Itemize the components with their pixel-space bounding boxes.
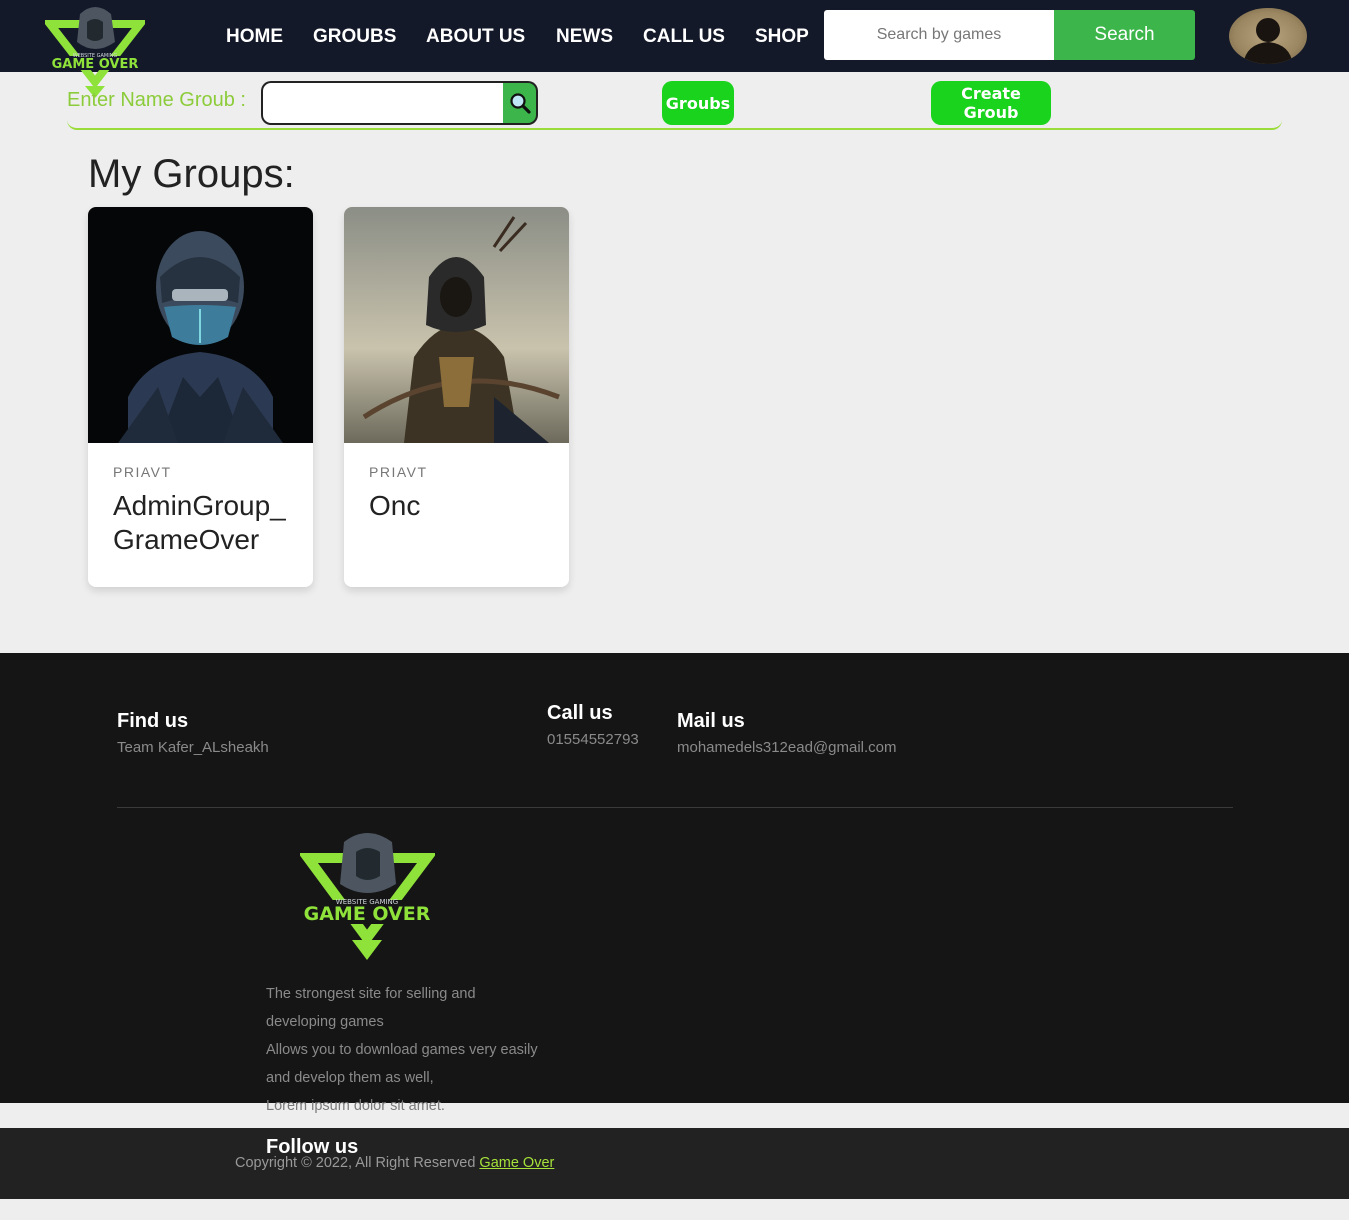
call-us-heading: Call us [547, 702, 613, 724]
group-card-image [88, 207, 313, 443]
footer-description-line: developing games [266, 1014, 384, 1030]
svg-text:WEBSITE GAMING: WEBSITE GAMING [336, 898, 398, 906]
footer-logo[interactable]: GAME OVER WEBSITE GAMING [300, 828, 435, 968]
mail-us-heading: Mail us [677, 710, 745, 732]
svg-text:WEBSITE GAMING: WEBSITE GAMING [73, 53, 118, 59]
nav-home[interactable]: HOME [226, 26, 283, 48]
nav-about-us[interactable]: ABOUT US [426, 26, 525, 48]
nav-news[interactable]: NEWS [556, 26, 613, 48]
page-title: My Groups: [88, 152, 295, 196]
top-navbar: GAME OVER WEBSITE GAMING HOME GROUBS ABO… [0, 0, 1349, 98]
group-name-input[interactable] [261, 81, 505, 125]
footer-description-line: Allows you to download games very easily [266, 1042, 538, 1058]
call-us-phone[interactable]: 01554552793 [547, 731, 639, 748]
copyright-link[interactable]: Game Over [479, 1155, 554, 1171]
footer-divider [117, 807, 1233, 808]
magnifier-icon [509, 93, 531, 114]
group-name-label: Enter Name Groub : [67, 89, 246, 111]
group-name: Onc [369, 490, 421, 521]
group-card[interactable]: PRIAVT AdminGroup_GrameOver [88, 207, 313, 587]
footer-description-line: and develop them as well, [266, 1070, 434, 1086]
nav-groubs[interactable]: GROUBS [313, 26, 396, 48]
user-silhouette-icon [1243, 18, 1293, 64]
group-search-bar: Enter Name Groub : Groubs Create Groub [67, 78, 1282, 130]
group-card[interactable]: PRIAVT Onc [344, 207, 569, 587]
groubs-button[interactable]: Groubs [662, 81, 734, 125]
search-input[interactable]: Search by games [824, 10, 1054, 60]
footer-description: The strongest site for selling and devel… [266, 980, 556, 1120]
nav-call-us[interactable]: CALL US [643, 26, 725, 48]
footer: Find us Team Kafer_ALsheakh Call us 0155… [0, 653, 1349, 1114]
group-card-image [344, 207, 569, 443]
group-privacy-tag: PRIAVT [113, 464, 172, 480]
footer-description-line: The strongest site for selling and [266, 986, 476, 1002]
find-us-text: Team Kafer_ALsheakh [117, 739, 269, 756]
follow-us-heading: Follow us [266, 1136, 359, 1158]
nav-shop[interactable]: SHOP [755, 26, 809, 48]
search-button[interactable]: Search [1054, 10, 1195, 60]
create-groub-button[interactable]: Create Groub [931, 81, 1051, 125]
copyright-bar: Copyright © 2022, All Right Reserved Gam… [0, 1128, 1349, 1199]
find-us-heading: Find us [117, 710, 189, 732]
svg-text:GAME OVER: GAME OVER [304, 903, 431, 925]
group-privacy-tag: PRIAVT [369, 464, 428, 480]
svg-text:GAME OVER: GAME OVER [52, 57, 139, 72]
group-search-button[interactable] [503, 81, 538, 125]
mail-us-email[interactable]: mohamedels312ead@gmail.com [677, 739, 897, 756]
footer-description-line: Lorem ipsum dolor sit amet. [266, 1098, 445, 1114]
group-name: AdminGroup_GrameOver [113, 490, 286, 555]
user-avatar[interactable] [1229, 8, 1307, 64]
